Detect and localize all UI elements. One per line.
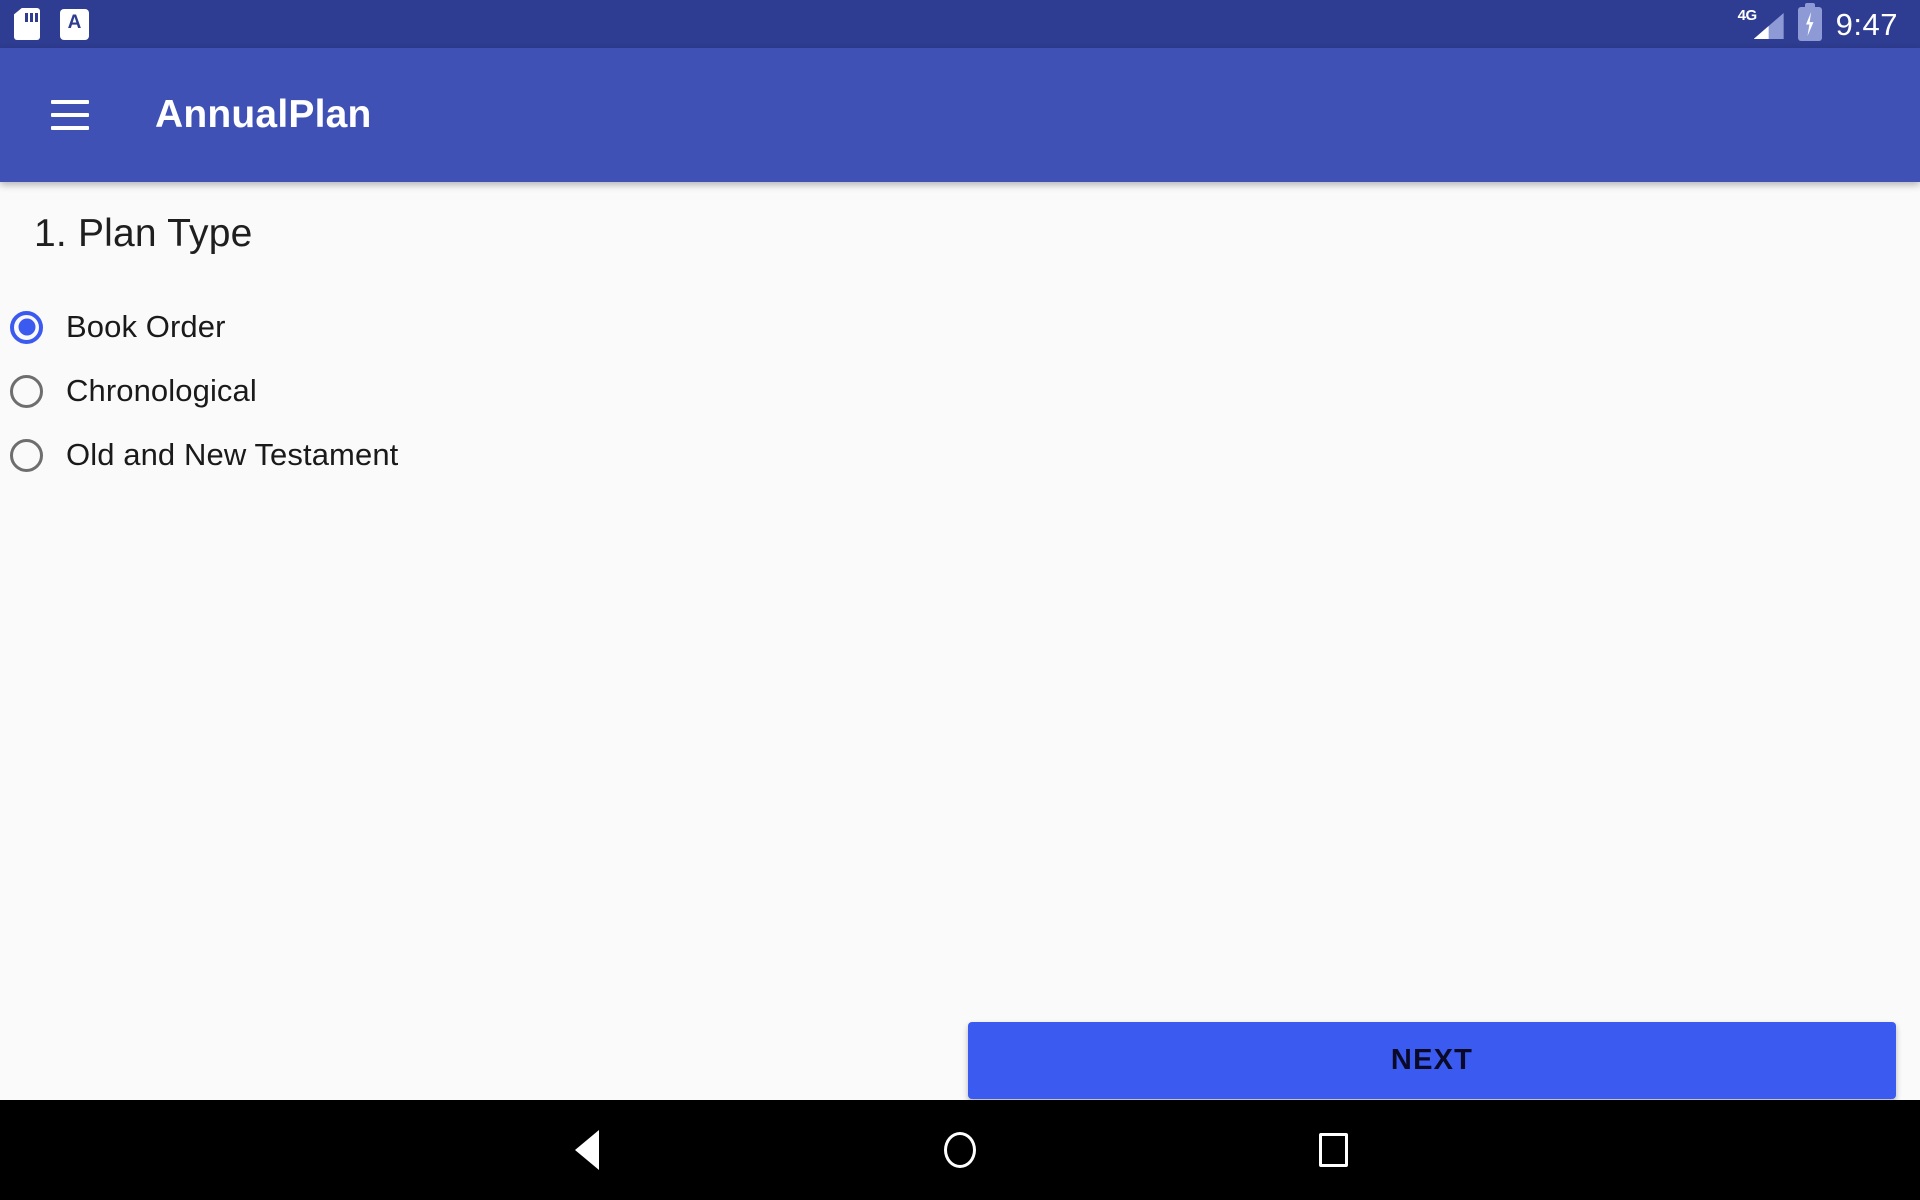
status-bar-left-icons: A <box>14 8 89 40</box>
app-title: AnnualPlan <box>155 93 372 136</box>
plan-type-radio-group: Book Order Chronological Old and New Tes… <box>10 295 910 487</box>
network-type-label: 4G <box>1737 7 1758 24</box>
radio-button-unselected-icon[interactable] <box>10 438 43 472</box>
radio-option-old-and-new-testament[interactable]: Old and New Testament <box>10 423 910 487</box>
status-bar-right-icons: 4G 9:47 <box>1738 3 1898 42</box>
input-method-icon: A <box>60 8 89 40</box>
hamburger-menu-icon[interactable] <box>22 67 118 163</box>
page-title: 1. Plan Type <box>34 212 253 255</box>
radio-option-chronological[interactable]: Chronological <box>10 359 910 423</box>
radio-button-selected-icon[interactable] <box>10 310 43 344</box>
android-screen: A 4G 9:47 AnnualPlan 1. Plan Type Book O… <box>0 0 1920 1200</box>
home-button[interactable] <box>915 1105 1005 1195</box>
main-content: 1. Plan Type Book Order Chronological Ol… <box>0 182 1920 1100</box>
square-icon <box>1318 1133 1348 1167</box>
radio-option-book-order[interactable]: Book Order <box>10 295 910 359</box>
back-button[interactable] <box>542 1105 632 1195</box>
radio-option-label: Book Order <box>66 309 226 344</box>
next-button[interactable]: NEXT <box>968 1022 1896 1099</box>
radio-option-label: Chronological <box>66 373 257 408</box>
recents-button[interactable] <box>1288 1105 1378 1195</box>
battery-charging-icon <box>1797 3 1822 41</box>
circle-icon <box>943 1132 976 1168</box>
radio-option-label: Old and New Testament <box>66 437 399 472</box>
signal-strength-icon: 4G <box>1738 7 1784 41</box>
sd-card-icon <box>14 8 40 40</box>
radio-button-unselected-icon[interactable] <box>10 374 43 408</box>
status-bar-clock: 9:47 <box>1835 6 1898 42</box>
app-bar: AnnualPlan <box>0 48 1920 182</box>
triangle-left-icon <box>574 1130 599 1170</box>
status-bar: A 4G 9:47 <box>0 0 1920 48</box>
android-navigation-bar <box>0 1100 1920 1200</box>
